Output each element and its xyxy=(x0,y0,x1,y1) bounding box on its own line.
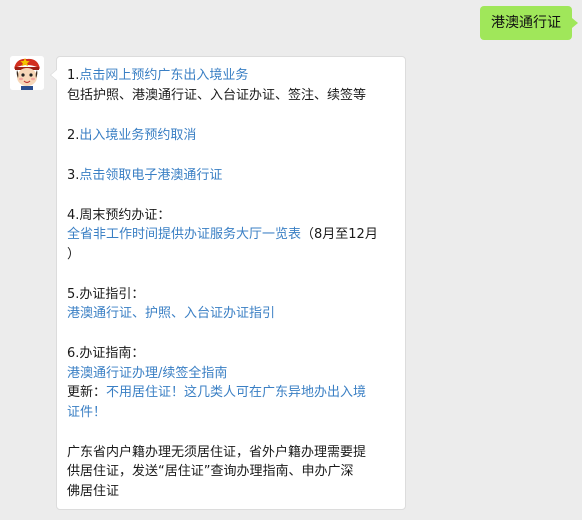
avatar[interactable] xyxy=(10,56,44,90)
link-renewal-guide[interactable]: 港澳通行证办理/续签全指南 xyxy=(67,366,227,381)
link-electronic-permit[interactable]: 点击领取电子港澳通行证 xyxy=(79,168,222,183)
item-2-line: 2.出入境业务预约取消 xyxy=(67,126,393,146)
footer-line-1: 广东省内户籍办理无须居住证，省外户籍办理需要提 xyxy=(67,444,367,460)
item-1-line: 1.点击网上预约广东出入境业务 xyxy=(67,66,393,86)
item-5-label: 5.办证指引： xyxy=(67,286,145,302)
item-2-number: 2. xyxy=(67,127,80,143)
link-cancel-appointment[interactable]: 出入境业务预约取消 xyxy=(79,128,196,143)
item-1-number: 1. xyxy=(67,68,80,83)
update-label: 更新： xyxy=(67,385,107,400)
reply-message-bubble: 1.点击网上预约广东出入境业务 包括护照、港澳通行证、入台证办证、签注、续签等 … xyxy=(50,56,406,510)
link-application-guide[interactable]: 港澳通行证、护照、入台证办证指引 xyxy=(67,306,275,321)
sent-message-text: 港澳通行证 xyxy=(491,15,561,31)
item-6-label: 6.办证指南： xyxy=(67,346,145,361)
sent-message-bubble: 港澳通行证 xyxy=(480,6,578,40)
footer-line-3: 佛居住证 xyxy=(67,483,120,499)
link-online-appointment[interactable]: 点击网上预约广东出入境业务 xyxy=(79,68,248,83)
link-weekend-service-halls[interactable]: 全省非工作时间提供办证服务大厅一览表 xyxy=(67,227,301,242)
item-3-number: 3. xyxy=(67,167,80,183)
item-1-description: 包括护照、港澳通行证、入台证办证、签注、续签等 xyxy=(67,87,367,103)
item-4-note: （8月至12月 xyxy=(301,227,378,242)
item-4-note-end: ） xyxy=(67,246,81,262)
item-4-label: 4.周末预约办证： xyxy=(67,207,171,223)
item-4-line: 全省非工作时间提供办证服务大厅一览表（8月至12月 xyxy=(67,225,393,245)
update-line: 更新：不用居住证！这几类人可在广东异地办出入境 xyxy=(67,383,393,403)
cartoon-police-avatar-icon xyxy=(10,56,44,90)
link-no-residence-permit-1[interactable]: 不用居住证！这几类人可在广东异地办出入境 xyxy=(106,385,366,400)
item-3-line: 3.点击领取电子港澳通行证 xyxy=(67,166,393,186)
link-no-residence-permit-2[interactable]: 证件！ xyxy=(67,405,106,420)
footer-line-2: 供居住证，发送“居住证”查询办理指南、申办广深 xyxy=(67,464,354,479)
